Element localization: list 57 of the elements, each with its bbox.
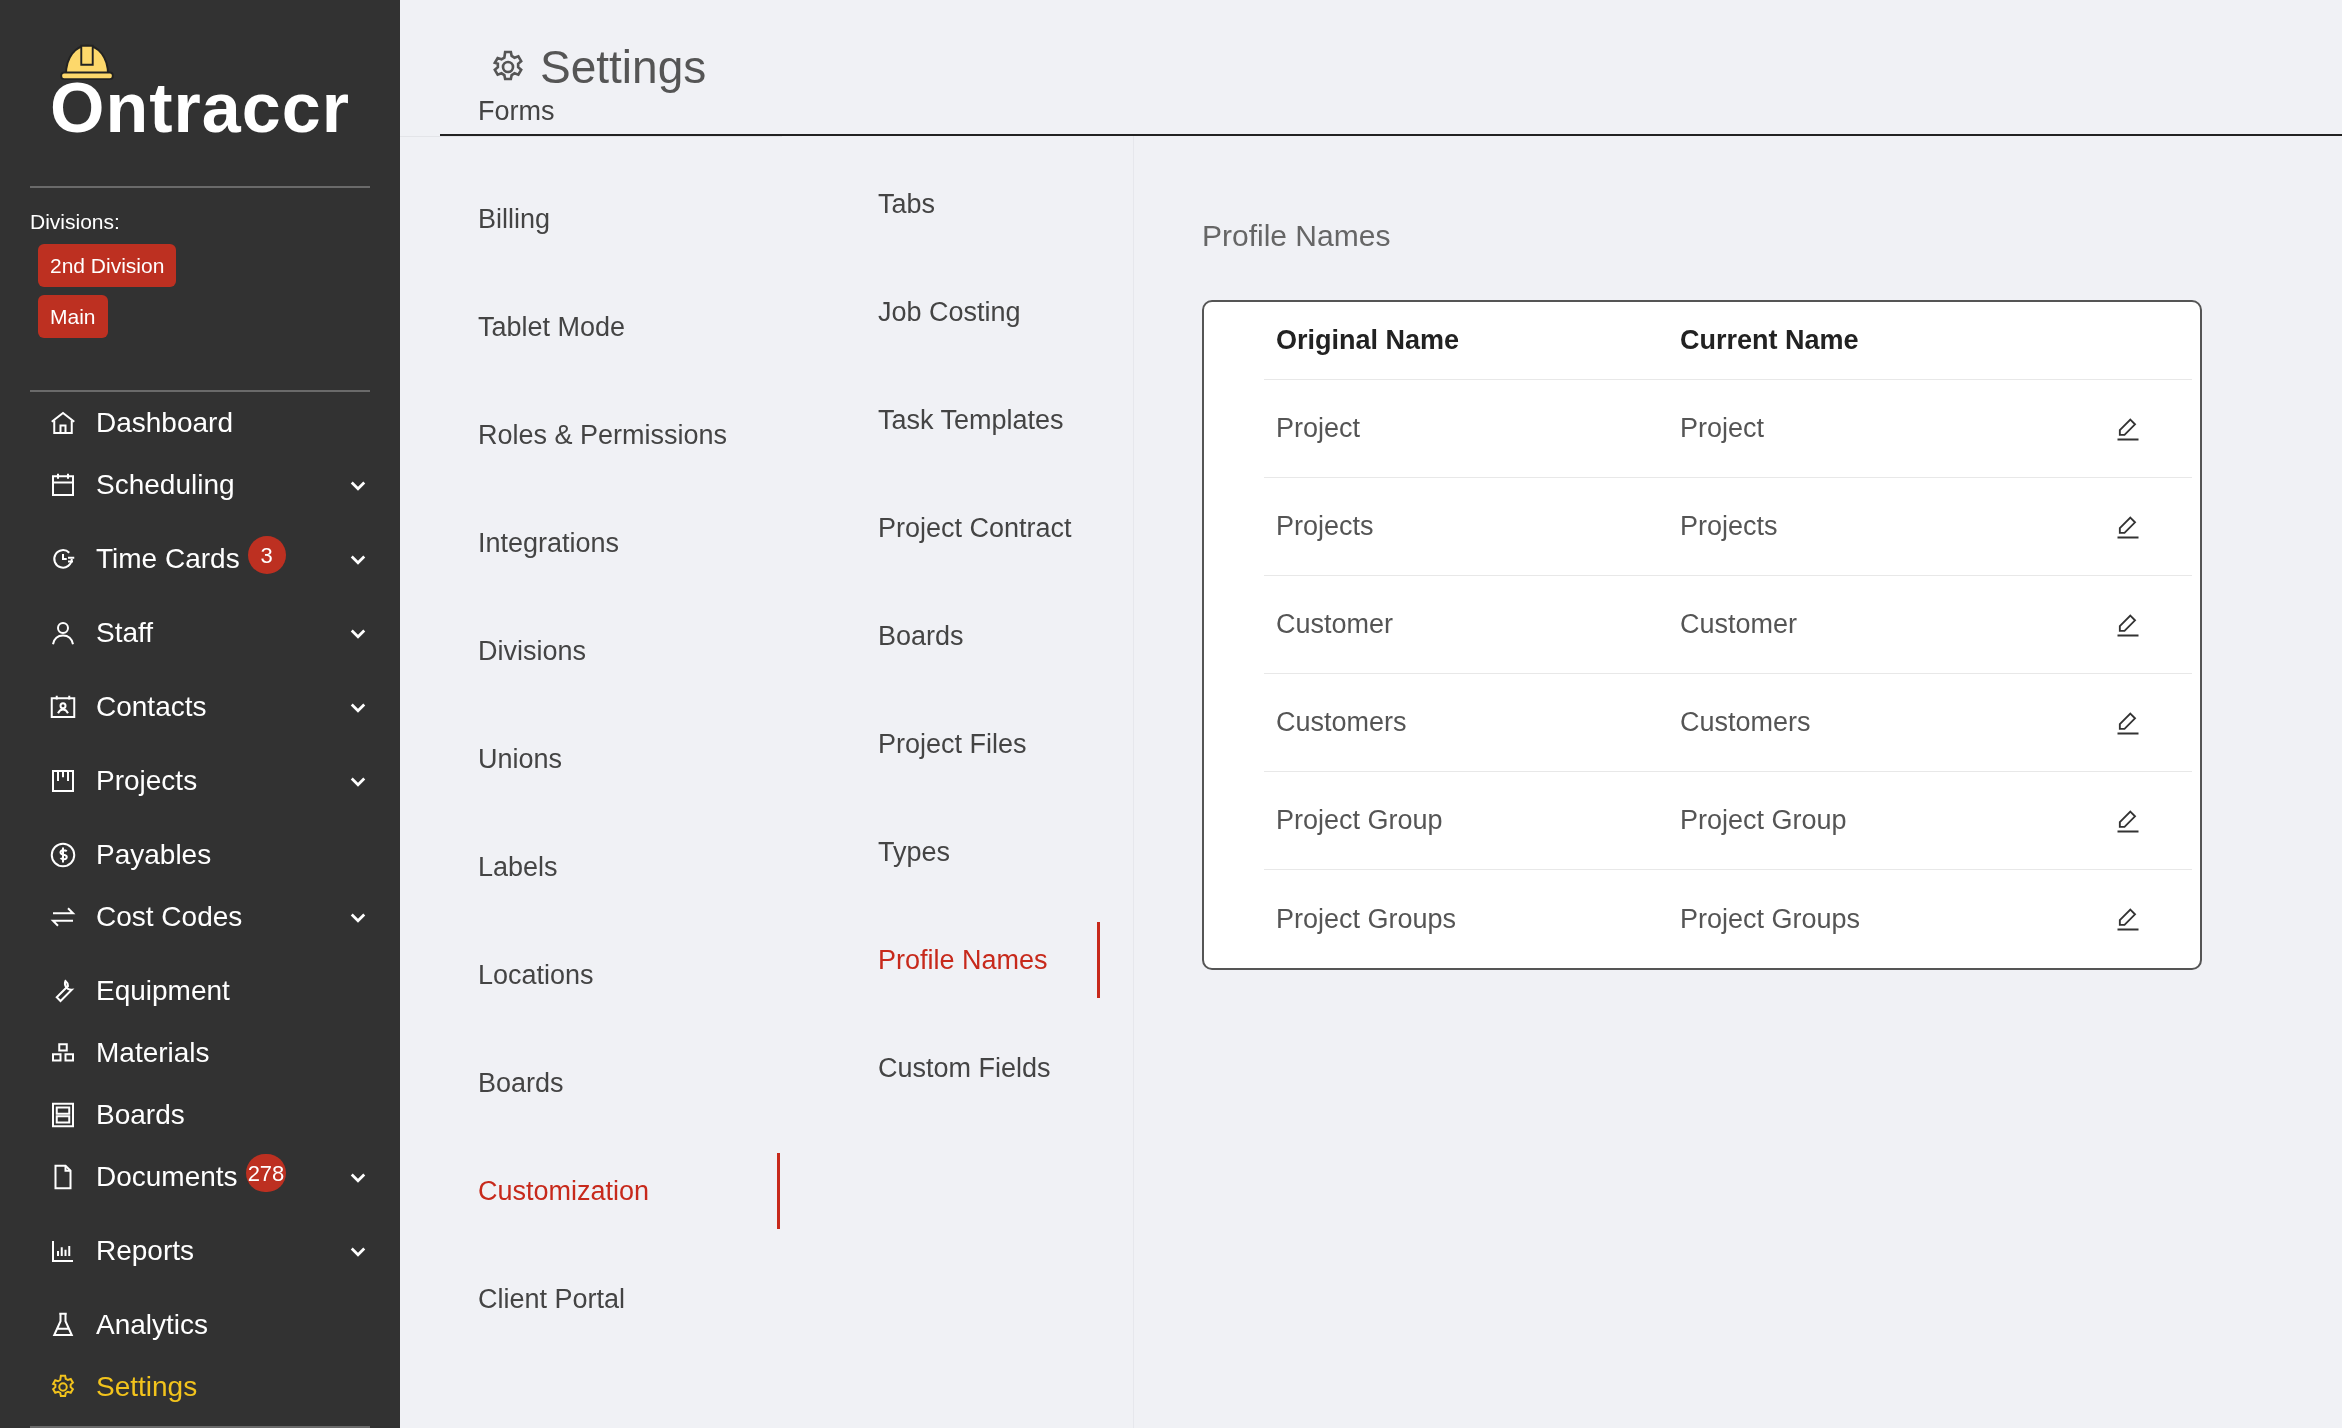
nav-item[interactable]: Time Cards 3 xyxy=(30,528,370,590)
table-cell-text: Project Groups xyxy=(1679,902,1862,936)
table-cell-text: Project Group xyxy=(1679,804,1848,838)
nav-item[interactable]: Cost Codes xyxy=(30,886,370,948)
nav-item[interactable]: Documents 278 xyxy=(30,1146,370,1208)
table-cell-text: Projects xyxy=(1679,510,1779,544)
menu-item[interactable]: Roles & Permissions xyxy=(478,414,728,456)
nav-item[interactable]: Payables xyxy=(30,824,370,886)
menu-item[interactable]: Boards xyxy=(478,1062,564,1104)
menu-item[interactable]: Custom Fields xyxy=(878,1047,1051,1089)
divisions-label: Divisions: xyxy=(30,208,121,235)
menu-item[interactable]: Tabs xyxy=(878,183,936,225)
table-cell-text: Customers xyxy=(1679,706,1812,740)
nav-item[interactable]: Scheduling xyxy=(30,454,370,516)
division-tag[interactable]: Main xyxy=(38,294,108,338)
count-badge: 278 xyxy=(245,1154,287,1192)
menu-item[interactable]: Tablet Mode xyxy=(478,306,626,348)
section-title: Profile Names xyxy=(1202,218,1392,254)
menu-item[interactable]: Customization xyxy=(478,1153,780,1229)
menu-item[interactable]: Project Files xyxy=(878,723,1027,765)
menu-item[interactable]: Task Templates xyxy=(878,399,1064,441)
menu-item[interactable]: Profile Names xyxy=(878,922,1100,998)
menu-item[interactable]: Unions xyxy=(478,738,563,780)
table-cell-text: Projects xyxy=(1275,510,1375,544)
logo: Ontraccr xyxy=(50,72,350,143)
nav-item[interactable]: Dashboard xyxy=(30,392,370,454)
table-cell-text: Project Group xyxy=(1275,804,1444,838)
menu-item[interactable]: Project Contract xyxy=(878,507,1072,549)
menu-item[interactable]: Client Portal xyxy=(478,1278,626,1320)
menu-item[interactable]: Job Costing xyxy=(878,291,1021,333)
nav-item[interactable]: Projects xyxy=(30,750,370,812)
nav-item[interactable]: Staff xyxy=(30,602,370,664)
count-badge: 3 xyxy=(247,536,286,574)
menu-item[interactable]: Divisions xyxy=(478,630,587,672)
menu-item[interactable]: Billing xyxy=(478,198,551,240)
table-cell-text: Project xyxy=(1679,412,1766,446)
table-cell-text: Project Groups xyxy=(1275,902,1458,936)
column-header: Current Name xyxy=(1679,324,1860,358)
menu-item[interactable]: Integrations xyxy=(478,522,620,564)
table-cell-text: Customers xyxy=(1275,706,1408,740)
table-cell-text: Customer xyxy=(1679,608,1799,642)
nav-item[interactable]: Contacts xyxy=(30,676,370,738)
column-header: Original Name xyxy=(1275,324,1461,358)
nav-item[interactable]: Equipment xyxy=(30,960,370,1022)
nav-item[interactable]: Materials xyxy=(30,1022,370,1084)
nav-item[interactable]: Reports xyxy=(30,1220,370,1282)
menu-item[interactable]: Boards xyxy=(878,615,964,657)
table-cell-text: Project xyxy=(1275,412,1362,446)
division-tag[interactable]: 2nd Division xyxy=(38,243,177,287)
menu-item[interactable]: Types xyxy=(878,831,951,873)
table-cell-text: Customer xyxy=(1275,608,1395,642)
dollar-circle-icon xyxy=(48,840,78,870)
menu-item[interactable]: Locations xyxy=(478,954,594,996)
menu-item[interactable]: Labels xyxy=(478,846,558,888)
nav-item[interactable]: Analytics xyxy=(30,1294,370,1356)
nav-item[interactable]: Boards xyxy=(30,1084,370,1146)
nav-item[interactable]: Settings xyxy=(30,1356,370,1418)
